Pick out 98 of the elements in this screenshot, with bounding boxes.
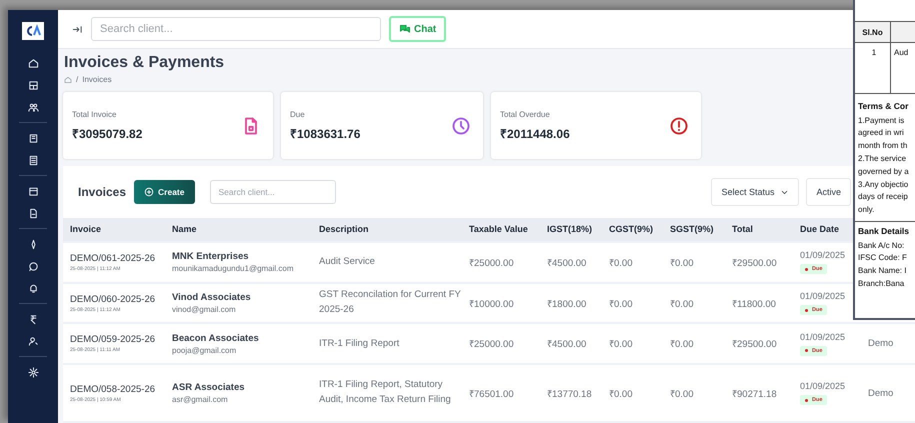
breadcrumb-separator: / <box>76 75 78 84</box>
amount-cell-text: ₹90271.18 <box>732 388 778 400</box>
invoice-number: DEMO/061-2025-26 <box>70 252 156 264</box>
bank-details-title: Bank Details <box>858 224 910 238</box>
stat-value: ₹3095079.82 <box>72 126 142 142</box>
client-email: mounikamadugundu1@gmail.com <box>172 264 295 274</box>
client-name: ASR Associates <box>172 382 246 394</box>
column-header: Taxable Value <box>469 224 529 234</box>
create-button[interactable]: Create <box>134 180 194 204</box>
amount-cell-text: ₹25000.00 <box>469 256 515 269</box>
column-header: Name <box>172 224 198 234</box>
amount-cell-text: ₹13770.18 <box>547 388 593 400</box>
amount-cell-text: ₹0.00 <box>609 256 634 269</box>
column-header: Total <box>732 224 754 234</box>
client-name: Vinod Associates <box>172 292 252 304</box>
table-cell-text: Demo <box>868 338 894 350</box>
search-field[interactable]: Search client... <box>91 17 381 41</box>
clock-icon <box>451 116 471 136</box>
amount-cell-text: ₹0.00 <box>670 298 694 310</box>
bank-detail-line: Bank Name: I <box>858 265 908 278</box>
stat-label: Total Invoice <box>72 110 118 118</box>
terms-line: 2.The service <box>858 152 908 165</box>
due-date: 01/09/2025 <box>800 332 846 342</box>
client-email: asr@gmail.com <box>172 395 229 404</box>
column-header: Invoice <box>70 224 102 234</box>
amount-cell-text: ₹1800.00 <box>547 298 588 310</box>
calendar-icon <box>28 186 38 196</box>
status-dropdown[interactable]: Select Status <box>711 178 800 206</box>
invoice-number: DEMO/058-2025-26 <box>70 384 156 395</box>
amount-cell-text: ₹25000.00 <box>469 338 515 350</box>
due-date: 01/09/2025 <box>800 381 846 392</box>
collapse-icon <box>72 24 83 34</box>
terms-line: 1.Payment is <box>858 114 906 127</box>
column-header: SGST(9%) <box>670 224 715 234</box>
chat-bubbles-icon <box>399 23 411 35</box>
section-title: Invoices <box>78 185 126 199</box>
amount-cell-text: ₹0.00 <box>670 256 694 269</box>
client-email: vinod@gmail.com <box>172 305 237 314</box>
due-date: 01/09/2025 <box>800 250 846 260</box>
bell-icon <box>28 282 38 294</box>
stat-value: ₹1083631.76 <box>290 126 360 142</box>
table-cell: 1 <box>855 43 891 93</box>
stat-label: Due <box>290 110 306 118</box>
terms-line: days of receip <box>858 191 909 204</box>
active-button[interactable]: Active <box>806 178 851 206</box>
users-icon <box>28 102 38 112</box>
amount-cell-text: ₹0.00 <box>670 388 694 400</box>
terms-line: only. <box>858 204 876 216</box>
column-header: Description <box>319 224 370 234</box>
terms-line: governed by a <box>858 166 910 178</box>
rupee-icon <box>28 314 38 324</box>
description-cell-text: ITR-1 Filing Report <box>319 336 400 350</box>
plus-circle-icon <box>144 187 154 197</box>
home-icon <box>28 58 38 68</box>
description-cell-text: ITR-1 Filing Report, Statutory Audit, Income Tax Return Filing <box>319 378 452 408</box>
stat-value: ₹2011448.06 <box>500 126 570 142</box>
stat-label: Total Overdue <box>500 110 551 118</box>
page-title: Invoices & Payments <box>64 54 226 72</box>
amount-cell-text: ₹0.00 <box>609 338 634 350</box>
amount-cell-text: ₹10000.00 <box>469 298 515 310</box>
bank-detail-line: IFSC Code: F <box>858 252 908 264</box>
invoice-number: DEMO/060-2025-26 <box>70 294 156 305</box>
client-email: pooja@gmail.com <box>172 346 238 355</box>
amount-cell-text: ₹0.00 <box>609 298 634 310</box>
home-icon <box>64 76 72 84</box>
invoice-number: DEMO/059-2025-26 <box>70 334 156 346</box>
bank-detail-line: Branch:Bana <box>858 278 906 290</box>
table-cell-text: Demo <box>868 388 894 399</box>
client-name: Beacon Associates <box>172 332 260 344</box>
settings-icon <box>28 366 38 378</box>
amount-cell-text: ₹29500.00 <box>732 256 778 269</box>
grid-icon <box>28 80 38 90</box>
amount-cell-text: ₹29500.00 <box>732 338 778 350</box>
user-settings-icon <box>28 336 38 346</box>
terms-title: Terms & Cor <box>858 100 910 113</box>
amount-cell-text: ₹11800.00 <box>732 298 777 310</box>
search-field[interactable]: Search client... <box>210 180 336 204</box>
terms-line: agreed in wri <box>858 127 905 140</box>
amount-cell-text: ₹0.00 <box>609 388 634 400</box>
due-date: 01/09/2025 <box>800 291 846 302</box>
column-header: IGST(18%) <box>547 224 594 234</box>
bank-detail-line: Bank A/c No: <box>858 240 906 252</box>
terms-line: month from th <box>858 140 908 152</box>
amount-cell-text: ₹4500.00 <box>547 338 588 350</box>
description-cell-text: GST Reconcilation for Current FY 2025-26 <box>319 288 462 318</box>
amount-cell-text: ₹0.00 <box>670 338 694 350</box>
table-cell-text: Aud <box>893 47 910 59</box>
column-header: CGST(9%) <box>609 224 654 234</box>
breadcrumb-link[interactable]: Invoices <box>82 75 112 84</box>
client-name: MNK Enterprises <box>172 251 250 262</box>
amount-cell-text: ₹76501.00 <box>469 388 515 400</box>
logo-icon <box>22 22 44 40</box>
document-icon <box>28 208 38 218</box>
alert-icon <box>669 116 689 136</box>
description-cell-text: Audit Service <box>319 254 376 269</box>
table-header: Sl.No <box>855 22 891 42</box>
terms-line: 3.Any objectio <box>858 178 910 191</box>
amount-cell-text: ₹4500.00 <box>547 256 588 269</box>
